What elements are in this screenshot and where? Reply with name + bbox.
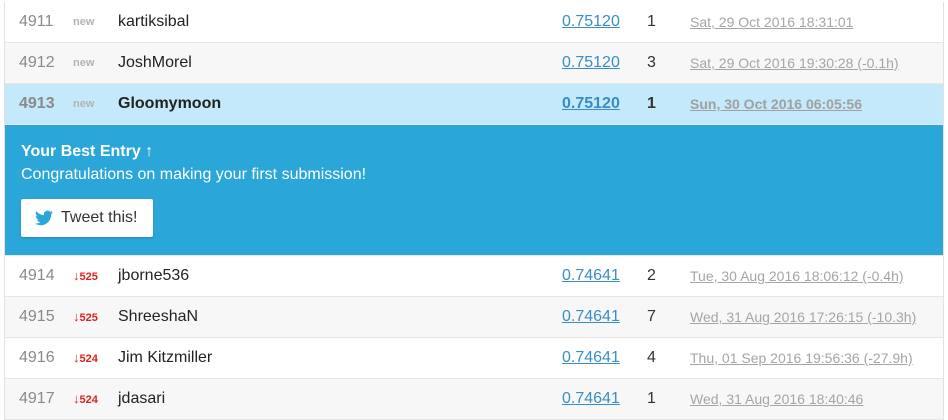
entries-count: 4 (647, 349, 656, 366)
last-submission-link[interactable]: Sun, 30 Oct 2016 06:05:56 (690, 84, 862, 124)
tweet-button[interactable]: Tweet this! (21, 199, 153, 237)
rank-change-badge: new (73, 57, 95, 69)
rank-change-badge: new (73, 16, 95, 28)
rank-change-value: 524 (79, 353, 98, 365)
rank-change-badge: new (73, 98, 95, 110)
entries-count: 1 (647, 390, 656, 407)
entries-count: 3 (647, 54, 656, 71)
rank-change-badge: ↓525 (73, 297, 98, 338)
rank-change-badge: ↓524 (73, 379, 98, 420)
last-submission-link[interactable]: Sat, 29 Oct 2016 19:30:28 (-0.1h) (690, 43, 899, 83)
entries-count: 2 (647, 267, 656, 284)
banner-subtitle: Congratulations on making your first sub… (21, 166, 367, 183)
score-link[interactable]: 0.75120 (562, 84, 620, 124)
score-link[interactable]: 0.75120 (562, 2, 620, 42)
rank: 4917 (19, 390, 55, 407)
last-submission-link[interactable]: Wed, 31 Aug 2016 17:26:15 (-10.3h) (690, 297, 916, 337)
team-name[interactable]: jdasari (118, 379, 165, 419)
leaderboard-row: 4911 new kartiksibal 0.75120 1 Sat, 29 O… (5, 2, 943, 43)
team-name[interactable]: ShreeshaN (118, 297, 198, 337)
rank-change-value: 524 (79, 394, 98, 406)
leaderboard: 4911 new kartiksibal 0.75120 1 Sat, 29 O… (4, 2, 944, 420)
twitter-bird-icon (35, 210, 53, 226)
rank-change-value: 525 (79, 271, 98, 283)
rank: 4915 (19, 308, 55, 325)
team-name[interactable]: kartiksibal (118, 2, 189, 42)
team-name[interactable]: Gloomymoon (118, 84, 221, 124)
rank: 4912 (19, 54, 55, 71)
last-submission-link[interactable]: Tue, 30 Aug 2016 18:06:12 (-0.4h) (690, 256, 904, 296)
entries-count: 7 (647, 308, 656, 325)
entries-count: 1 (647, 13, 656, 30)
score-link[interactable]: 0.74641 (562, 338, 620, 378)
tweet-button-label: Tweet this! (61, 209, 138, 226)
rank: 4911 (19, 13, 54, 30)
last-submission-link[interactable]: Thu, 01 Sep 2016 19:56:36 (-27.9h) (690, 338, 913, 378)
score-link[interactable]: 0.74641 (562, 297, 620, 337)
last-submission-link[interactable]: Sat, 29 Oct 2016 18:31:01 (690, 2, 853, 42)
rank: 4916 (19, 349, 55, 366)
leaderboard-row: 4915 ↓525 ShreeshaN 0.74641 7 Wed, 31 Au… (5, 297, 943, 338)
team-name[interactable]: JoshMorel (118, 43, 192, 83)
score-link[interactable]: 0.74641 (562, 256, 620, 296)
score-link[interactable]: 0.74641 (562, 379, 620, 419)
leaderboard-row: 4917 ↓524 jdasari 0.74641 1 Wed, 31 Aug … (5, 379, 943, 420)
rank-change-value: 525 (79, 312, 98, 324)
entries-count: 1 (647, 95, 656, 112)
rank: 4914 (19, 267, 55, 284)
best-entry-banner: Your Best Entry ↑ Congratulations on mak… (5, 125, 943, 256)
last-submission-link[interactable]: Wed, 31 Aug 2016 18:40:46 (690, 379, 863, 419)
rank-change-badge: ↓524 (73, 338, 98, 379)
rank: 4913 (19, 95, 55, 112)
rank-change-badge: ↓525 (73, 256, 98, 297)
leaderboard-row: 4914 ↓525 jborne536 0.74641 2 Tue, 30 Au… (5, 256, 943, 297)
leaderboard-row-current-user: 4913 new Gloomymoon 0.75120 1 Sun, 30 Oc… (5, 84, 943, 125)
banner-title: Your Best Entry ↑ (21, 143, 154, 160)
score-link[interactable]: 0.75120 (562, 43, 620, 83)
leaderboard-row: 4916 ↓524 Jim Kitzmiller 0.74641 4 Thu, … (5, 338, 943, 379)
team-name[interactable]: Jim Kitzmiller (118, 338, 212, 378)
team-name[interactable]: jborne536 (118, 256, 189, 296)
leaderboard-row: 4912 new JoshMorel 0.75120 3 Sat, 29 Oct… (5, 43, 943, 84)
